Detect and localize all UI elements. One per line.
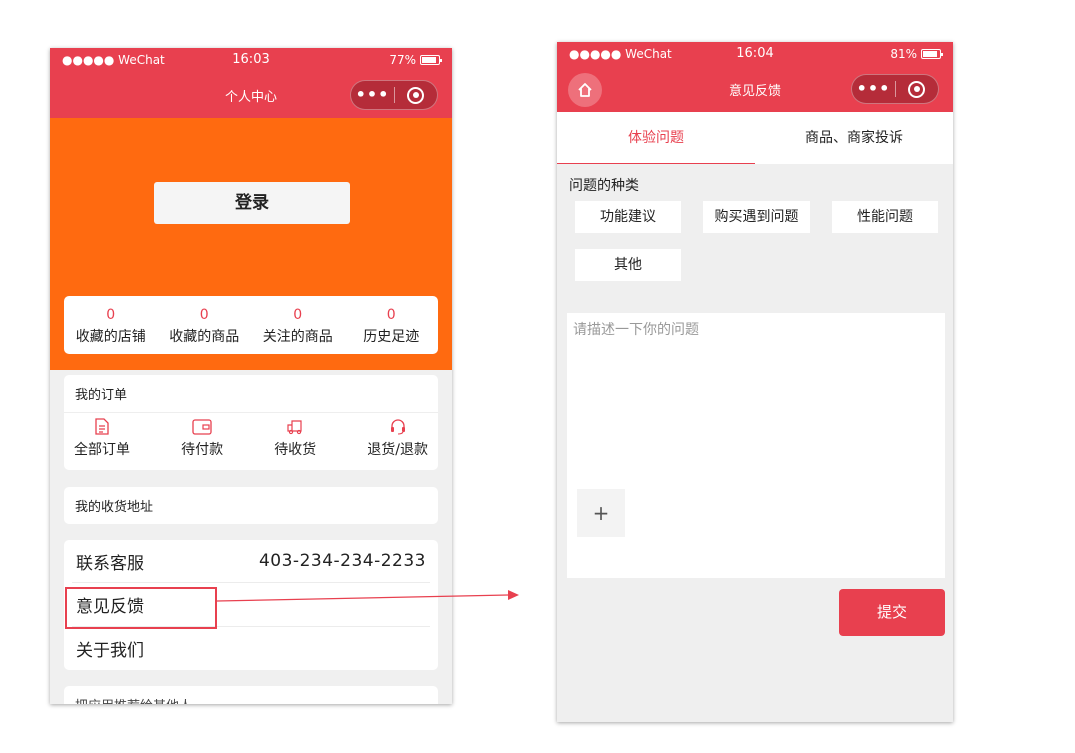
battery-indicator: 81% <box>890 47 943 61</box>
more-icon[interactable]: ••• <box>852 74 895 104</box>
nav-bar: 意见反馈 ••• <box>557 66 953 112</box>
tag-other[interactable]: 其他 <box>575 249 681 281</box>
tag-purchase-problem[interactable]: 购买遇到问题 <box>703 201 810 233</box>
question-type-label: 问题的种类 <box>569 178 639 194</box>
feedback-screen: ●●●●● WeChat 16:04 81% 意见反馈 ••• 体验问题 商品、… <box>557 42 953 722</box>
add-image-button[interactable]: + <box>577 489 625 537</box>
description-textarea[interactable] <box>567 313 945 578</box>
status-bar: ●●●●● WeChat 16:04 81% <box>557 42 953 66</box>
battery-percent: 81% <box>890 47 917 61</box>
tab-merchant-complaints[interactable]: 商品、商家投诉 <box>755 112 953 164</box>
submit-button[interactable]: 提交 <box>839 589 945 636</box>
feedback-tabs: 体验问题 商品、商家投诉 <box>557 112 953 164</box>
tab-experience-issues[interactable]: 体验问题 <box>557 112 755 164</box>
tag-feature-suggestion[interactable]: 功能建议 <box>575 201 681 233</box>
tag-performance-issue[interactable]: 性能问题 <box>832 201 938 233</box>
miniprogram-capsule: ••• <box>851 74 939 104</box>
close-miniprogram-icon[interactable] <box>896 80 938 98</box>
battery-icon <box>921 49 943 59</box>
description-box: + <box>567 313 945 578</box>
